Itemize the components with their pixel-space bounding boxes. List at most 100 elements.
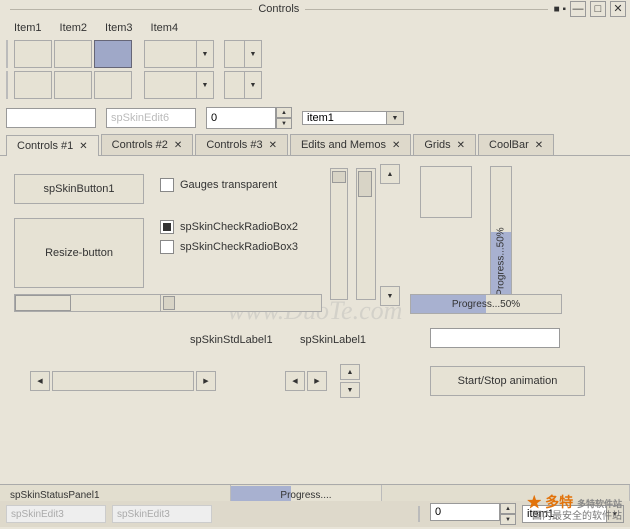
spin-input[interactable] (206, 107, 276, 129)
chevron-down-icon: ▼ (244, 41, 261, 67)
tab-label: Controls #1 (17, 140, 73, 152)
arrow-up-button[interactable]: ▲ (380, 164, 400, 184)
skin-label: spSkinLabel1 (300, 334, 366, 346)
close-icon[interactable]: ✕ (535, 140, 543, 151)
edit-row: ▲ ▼ ▼ (0, 104, 630, 132)
bottom-spin[interactable]: ▲ ▼ (430, 503, 516, 525)
toolbar-area: ▼ ▼ ▼ ▼ (0, 38, 630, 104)
button-label: spSkinButton1 (44, 183, 115, 195)
arrow-down-button[interactable]: ▼ (380, 286, 400, 306)
trackbar-horizontal[interactable] (160, 294, 322, 312)
radio-label: spSkinCheckRadioBox3 (180, 241, 298, 253)
pin-icon[interactable]: ■ ▪ (554, 4, 566, 15)
chevron-down-icon: ▼ (196, 72, 213, 98)
menu-bar: Item1 Item2 Item3 Item4 (0, 18, 630, 38)
disabled-edit-1: spSkinEdit3 (6, 505, 106, 523)
tab-edits-memos[interactable]: Edits and Memos✕ (290, 134, 411, 155)
close-icon[interactable]: ✕ (269, 140, 277, 151)
arrow-right-button[interactable]: ▶ (307, 371, 327, 391)
trackbar-vertical[interactable] (330, 168, 348, 300)
scrollbar-vertical[interactable] (356, 168, 376, 300)
text-field-blank[interactable] (430, 328, 560, 348)
progress-vertical: Progress...50% (490, 166, 512, 298)
progress-label: Progress...50% (411, 299, 561, 310)
menu-item1[interactable]: Item1 (6, 20, 50, 36)
minimize-button[interactable]: — (570, 1, 586, 17)
chevron-down-icon[interactable]: ▼ (386, 111, 404, 125)
disabled-edit-2: spSkinEdit3 (112, 505, 212, 523)
status-text: spSkinStatusPanel1 (10, 490, 100, 501)
scrollbar-thumb[interactable] (358, 171, 372, 197)
combo-box[interactable]: ▼ (302, 111, 404, 125)
std-label: spSkinStdLabel1 (190, 334, 273, 346)
tab-label: Controls #2 (112, 139, 168, 151)
menu-item2[interactable]: Item2 (52, 20, 96, 36)
tab-label: Grids (424, 139, 450, 151)
tab-coolbar[interactable]: CoolBar ✕ (478, 134, 554, 155)
check-label: Gauges transparent (180, 179, 277, 191)
tab-label: CoolBar (489, 139, 529, 151)
check-gauges[interactable]: Gauges transparent (160, 178, 298, 192)
chevron-down-icon: ▼ (196, 41, 213, 67)
radio-icon[interactable] (160, 220, 174, 234)
site-watermark: ★ 多特 多特软件站 国内最安全的软件站 (527, 494, 622, 523)
toolbar-btn[interactable] (14, 40, 52, 68)
menu-item3[interactable]: Item3 (97, 20, 141, 36)
spin-up-icon[interactable]: ▲ (276, 107, 292, 118)
arrow-left-button[interactable]: ◀ (285, 371, 305, 391)
close-icon[interactable]: ✕ (174, 140, 182, 151)
close-icon[interactable]: ✕ (457, 140, 465, 151)
spin-down-icon[interactable]: ▼ (276, 118, 292, 129)
arrow-left-button[interactable]: ◀ (30, 371, 50, 391)
spin-up-icon[interactable]: ▲ (500, 503, 516, 514)
tab-controls-2[interactable]: Controls #2 ✕ (101, 134, 194, 155)
empty-panel (420, 166, 472, 218)
radio-icon[interactable] (160, 240, 174, 254)
toolbar-btn[interactable] (94, 71, 132, 99)
spin-input[interactable] (430, 503, 500, 521)
tab-controls-1[interactable]: Controls #1 ✕ (6, 135, 99, 156)
toolbar-dropdown[interactable]: ▼ (144, 40, 214, 68)
spin-down-icon[interactable]: ▼ (500, 514, 516, 525)
toolbar-btn[interactable] (54, 71, 92, 99)
toolbar-btn-selected[interactable] (94, 40, 132, 68)
button-label: Start/Stop animation (458, 375, 558, 387)
slider-thumb[interactable] (332, 171, 346, 183)
scrollbar-horizontal[interactable] (52, 371, 194, 391)
slider-thumb[interactable] (163, 296, 175, 310)
toolbar-dropdown[interactable]: ▼ (144, 71, 214, 99)
button-label: Resize-button (45, 247, 113, 259)
tab-label: Controls #3 (206, 139, 262, 151)
title-bar: Controls ■ ▪ — □ ✕ (0, 0, 630, 18)
close-icon[interactable]: ✕ (79, 141, 87, 152)
checkbox-icon[interactable] (160, 178, 174, 192)
gauge-bar (14, 294, 176, 312)
window-title: Controls (258, 3, 299, 15)
toolbar-btn[interactable] (54, 40, 92, 68)
arrow-down-button[interactable]: ▼ (340, 382, 360, 398)
close-button[interactable]: ✕ (610, 1, 626, 17)
tab-controls-3[interactable]: Controls #3 ✕ (195, 134, 288, 155)
skin-edit-input[interactable] (6, 108, 96, 128)
toolbar-btn[interactable] (14, 71, 52, 99)
arrow-up-button[interactable]: ▲ (340, 364, 360, 380)
tab-grids[interactable]: Grids ✕ (413, 134, 476, 155)
arrow-right-button[interactable]: ▶ (196, 371, 216, 391)
skin-edit-disabled (106, 108, 196, 128)
maximize-button[interactable]: □ (590, 1, 606, 17)
progress-label: Progress.... (231, 490, 381, 501)
radio-label: spSkinCheckRadioBox2 (180, 221, 298, 233)
spin-edit[interactable]: ▲ ▼ (206, 107, 292, 129)
menu-item4[interactable]: Item4 (143, 20, 187, 36)
combo-input[interactable] (302, 111, 386, 125)
radio-3[interactable]: spSkinCheckRadioBox3 (160, 240, 298, 254)
start-stop-button[interactable]: Start/Stop animation (430, 366, 585, 396)
resize-button[interactable]: Resize-button (14, 218, 144, 288)
skin-button-1[interactable]: spSkinButton1 (14, 174, 144, 204)
tab-strip: Controls #1 ✕ Controls #2 ✕ Controls #3 ✕ E… (0, 132, 630, 156)
toolbar-dropdown[interactable]: ▼ (224, 40, 262, 68)
radio-2[interactable]: spSkinCheckRadioBox2 (160, 220, 298, 234)
progress-horizontal: Progress...50% (410, 294, 562, 314)
close-icon[interactable]: ✕ (392, 140, 400, 151)
toolbar-dropdown[interactable]: ▼ (224, 71, 262, 99)
